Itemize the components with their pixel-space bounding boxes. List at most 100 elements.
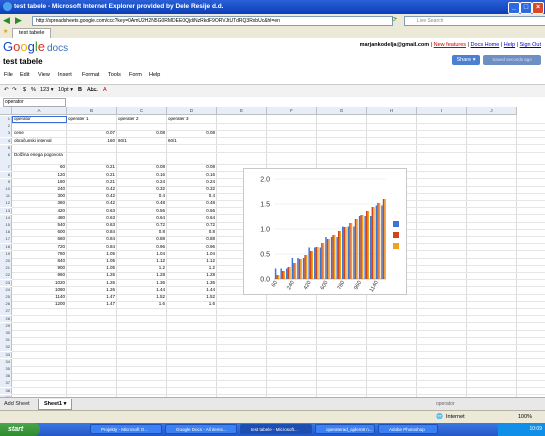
cell-c[interactable]: operater 2 xyxy=(118,116,165,122)
row-number[interactable]: 37 xyxy=(0,380,12,388)
menu-file[interactable]: File xyxy=(4,72,13,78)
cell-a[interactable]: 540 xyxy=(14,222,65,228)
cell-a[interactable]: 1080 xyxy=(14,287,65,293)
cell-c[interactable]: 0.4 xyxy=(118,193,165,199)
cell-d[interactable]: 0.08 xyxy=(168,130,215,136)
row-number[interactable]: 1 xyxy=(0,116,12,123)
font-size-dropdown[interactable]: 10pt ▾ xyxy=(58,87,73,93)
row-number[interactable]: 25 xyxy=(0,294,12,301)
row-number[interactable]: 34 xyxy=(0,358,12,366)
cell-a[interactable]: 840 xyxy=(14,258,65,264)
share-button[interactable]: Share ▾ xyxy=(452,55,480,65)
row-number[interactable]: 18 xyxy=(0,243,12,251)
grid-corner[interactable] xyxy=(0,107,12,115)
cell-b[interactable]: 0.21 xyxy=(68,164,115,170)
menu-help[interactable]: Help xyxy=(149,72,160,78)
column-header-a[interactable]: A xyxy=(12,107,67,115)
cell-a[interactable] xyxy=(14,145,69,151)
currency-button[interactable]: $ xyxy=(23,87,26,93)
cell-a[interactable]: 780 xyxy=(14,251,65,257)
cell-c[interactable] xyxy=(118,152,165,158)
cell-c[interactable]: 1.12 xyxy=(118,258,165,264)
cell-a[interactable]: obračunski interval xyxy=(14,138,69,144)
cell-b[interactable]: 1.26 xyxy=(68,272,115,278)
row-number[interactable]: 8 xyxy=(0,171,12,179)
text-color-button[interactable]: A xyxy=(103,87,107,93)
column-header-j[interactable]: J xyxy=(467,107,517,115)
cell-d[interactable]: 0.16 xyxy=(168,172,215,178)
row-number[interactable]: 28 xyxy=(0,315,12,323)
menu-tools[interactable]: Tools xyxy=(108,72,121,78)
cell-d[interactable]: 0.48 xyxy=(168,200,215,206)
row-number[interactable]: 2 xyxy=(0,123,12,130)
cell-d[interactable]: 1.36 xyxy=(168,280,215,286)
add-sheet-button[interactable]: Add Sheet xyxy=(4,401,30,407)
row-number[interactable]: 12 xyxy=(0,200,12,208)
cell-b[interactable]: 0.42 xyxy=(68,193,115,199)
number-format-dropdown[interactable]: 123 ▾ xyxy=(40,87,53,93)
task-operaterad[interactable]: operaterad_ajdem8 n... xyxy=(315,424,375,434)
column-header-h[interactable]: H xyxy=(367,107,417,115)
row-number[interactable]: 4 xyxy=(0,137,12,145)
cell-b[interactable]: 1.47 xyxy=(68,301,115,307)
cell-b[interactable]: 1.26 xyxy=(68,287,115,293)
cell-c[interactable]: 0.08 xyxy=(118,130,165,136)
document-title[interactable]: test tabele xyxy=(3,57,43,66)
cell-a[interactable]: 240 xyxy=(14,186,65,192)
row-number[interactable]: 23 xyxy=(0,279,12,287)
redo-icon[interactable]: ↷ xyxy=(12,87,17,93)
row-number[interactable]: 11 xyxy=(0,193,12,200)
row-number[interactable]: 16 xyxy=(0,229,12,236)
cell-a[interactable]: 660 xyxy=(14,236,65,242)
cell-d[interactable]: 1.44 xyxy=(168,287,215,293)
row-number[interactable]: 24 xyxy=(0,286,12,294)
cell-b[interactable]: 160 xyxy=(68,138,115,144)
row-number[interactable]: 36 xyxy=(0,373,12,380)
forward-icon[interactable]: ▶ xyxy=(15,15,22,26)
cell-c[interactable]: 1.44 xyxy=(118,287,165,293)
cell-b[interactable]: 1.26 xyxy=(68,280,115,286)
cell-d[interactable]: 0.72 xyxy=(168,222,215,228)
cell-c[interactable]: 0.08 xyxy=(118,164,165,170)
cell-c[interactable]: 0.16 xyxy=(118,172,165,178)
menu-edit[interactable]: Edit xyxy=(20,72,29,78)
row-number[interactable]: 9 xyxy=(0,178,12,186)
minimize-button[interactable]: _ xyxy=(508,2,520,14)
cell-d[interactable]: 0.32 xyxy=(168,186,215,192)
row-number[interactable]: 35 xyxy=(0,366,12,373)
cell-b[interactable]: 1.05 xyxy=(68,251,115,257)
cell-content-field[interactable]: operator xyxy=(3,98,66,107)
cell-a[interactable]: 180 xyxy=(14,179,65,185)
cell-b[interactable]: 0.84 xyxy=(68,229,115,235)
google-docs-logo[interactable]: Google docs xyxy=(3,40,68,56)
row-number[interactable]: 27 xyxy=(0,308,12,316)
bar-chart[interactable]: 0.0 0.5 1.0 1.5 2.0 60 240 420 600 780 960 1140 xyxy=(243,168,407,295)
cell-c[interactable]: 0.72 xyxy=(118,222,165,228)
maximize-button[interactable]: □ xyxy=(520,2,532,14)
cell-a[interactable]: 960 xyxy=(14,272,65,278)
zoom-level[interactable]: 100% xyxy=(518,414,532,420)
cell-c[interactable]: 0.64 xyxy=(118,215,165,221)
row-number[interactable]: 30 xyxy=(0,330,12,337)
cell-c[interactable] xyxy=(118,145,165,151)
cell-a[interactable]: 600 xyxy=(14,229,65,235)
cell-b[interactable]: 0.84 xyxy=(68,244,115,250)
cell-b[interactable]: 0.63 xyxy=(68,222,115,228)
cell-d[interactable]: 0.64 xyxy=(168,215,215,221)
cell-d[interactable] xyxy=(168,123,215,129)
address-input[interactable]: http://spreadsheets.google.com/ccc?key=0… xyxy=(32,16,393,26)
column-header-i[interactable]: I xyxy=(417,107,467,115)
cell-d[interactable]: 0.56 xyxy=(168,208,215,214)
cell-d[interactable]: 0.08 xyxy=(168,164,215,170)
cell-b[interactable]: 1.05 xyxy=(68,265,115,271)
cell-d[interactable]: 1.12 xyxy=(168,258,215,264)
cell-d[interactable]: 0.24 xyxy=(168,179,215,185)
close-button[interactable]: × xyxy=(532,2,544,14)
cell-b[interactable]: 1.47 xyxy=(68,294,115,300)
cell-a[interactable]: 1020 xyxy=(14,280,65,286)
undo-icon[interactable]: ↶ xyxy=(4,87,9,93)
cell-c[interactable]: 0.32 xyxy=(118,186,165,192)
menu-insert[interactable]: Insert xyxy=(58,72,72,78)
row-number[interactable]: 5 xyxy=(0,144,12,152)
column-header-c[interactable]: C xyxy=(117,107,167,115)
